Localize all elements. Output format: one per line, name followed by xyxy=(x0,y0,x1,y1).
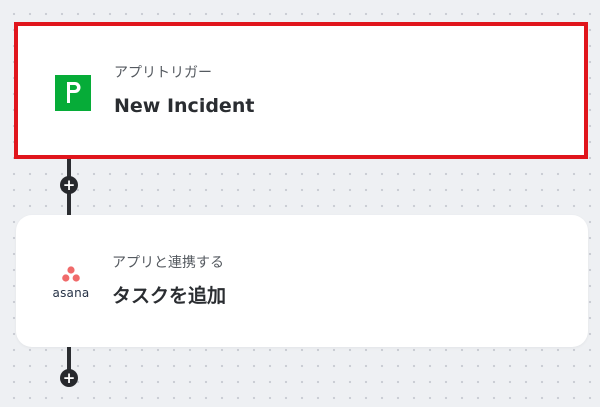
asana-logo-text: asana xyxy=(52,286,90,300)
trigger-card-title: New Incident xyxy=(114,95,255,117)
add-step-button[interactable]: + xyxy=(60,176,78,194)
trigger-card-subtitle: アプリトリガー xyxy=(114,65,212,81)
trigger-card[interactable]: アプリトリガー New Incident xyxy=(14,22,588,159)
action-card[interactable]: asana アプリと連携する タスクを追加 xyxy=(16,215,588,347)
asana-icon: asana xyxy=(48,259,94,305)
action-card-text: アプリと連携する タスクを追加 xyxy=(112,253,226,308)
trigger-card-text: アプリトリガー New Incident xyxy=(114,63,254,118)
action-card-subtitle: アプリと連携する xyxy=(112,255,224,271)
action-card-title: タスクを追加 xyxy=(112,285,227,307)
pagerduty-icon xyxy=(50,70,96,116)
add-step-button-bottom[interactable]: + xyxy=(60,369,78,387)
